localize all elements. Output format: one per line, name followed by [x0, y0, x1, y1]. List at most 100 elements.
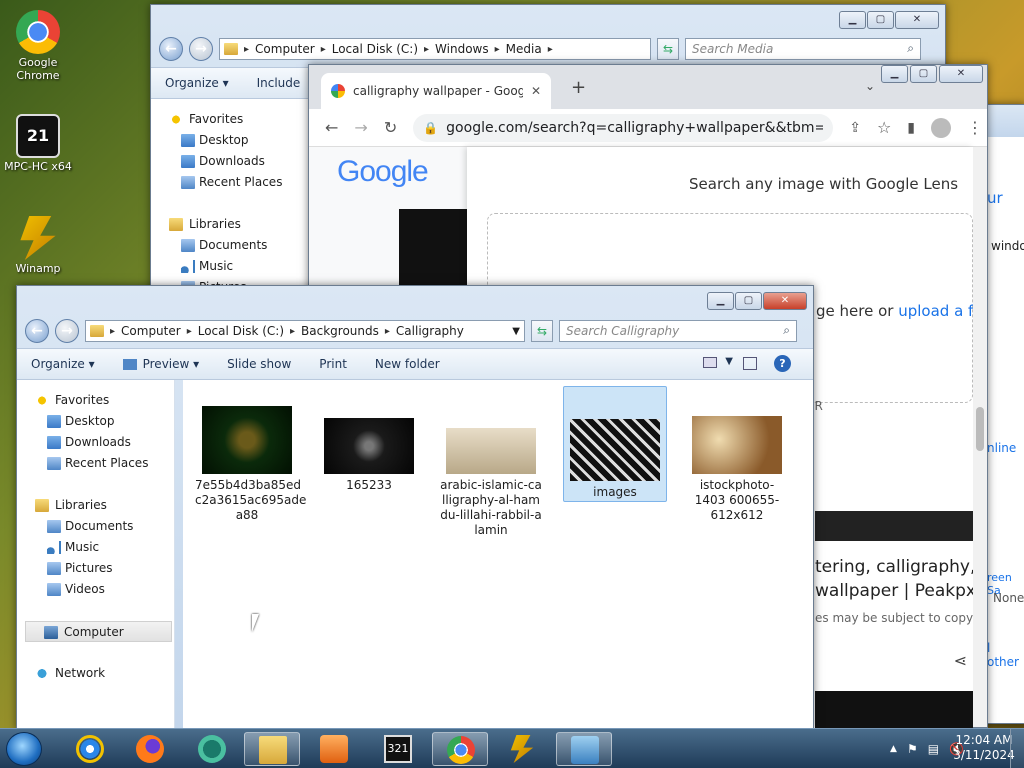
- help-icon[interactable]: ?: [774, 355, 791, 372]
- back-arrow-icon[interactable]: ←: [325, 118, 338, 137]
- taskbar-explorer[interactable]: [244, 732, 300, 766]
- nav-desktop[interactable]: Desktop: [151, 130, 308, 151]
- desktop-icon-mpc[interactable]: 21 MPC-HC x64: [4, 114, 72, 173]
- nav-downloads[interactable]: Downloads: [151, 151, 308, 172]
- taskbar-control-panel[interactable]: [556, 732, 612, 766]
- reload-icon[interactable]: ↻: [384, 118, 397, 137]
- bookmark-star-icon[interactable]: ☆: [877, 118, 891, 137]
- close-button[interactable]: ✕: [763, 292, 807, 310]
- result-title[interactable]: tering, calligraphy, v wallpaper | Peakp…: [815, 555, 973, 603]
- taskbar-app[interactable]: [184, 732, 240, 766]
- print-button[interactable]: Print: [319, 357, 347, 371]
- omnibox[interactable]: 🔒 google.com/search?q=calligraphy+wallpa…: [413, 113, 834, 142]
- breadcrumb-item[interactable]: Local Disk (C:): [198, 324, 284, 338]
- address-bar[interactable]: ▸ Computer ▸ Local Disk (C:) ▸ Windows ▸ Med…: [219, 38, 651, 60]
- nav-libraries[interactable]: Libraries: [17, 495, 174, 516]
- result-image[interactable]: [815, 691, 973, 731]
- nav-recent-places[interactable]: Recent Places: [17, 453, 174, 474]
- breadcrumb-item[interactable]: Windows: [435, 42, 489, 56]
- new-tab-icon[interactable]: +: [571, 77, 586, 98]
- nav-pictures[interactable]: Pictures: [17, 558, 174, 579]
- profile-avatar-icon[interactable]: [931, 117, 952, 138]
- back-button[interactable]: ←: [159, 37, 183, 61]
- breadcrumb-item[interactable]: Local Disk (C:): [332, 42, 418, 56]
- preview-pane-icon[interactable]: [743, 357, 757, 370]
- nav-downloads[interactable]: Downloads: [17, 432, 174, 453]
- network-tray-icon[interactable]: ▤: [928, 742, 939, 756]
- forward-button[interactable]: →: [55, 319, 79, 343]
- nav-recent-places[interactable]: Recent Places: [151, 172, 308, 193]
- breadcrumb-item[interactable]: Computer: [255, 42, 315, 56]
- include-button[interactable]: Include: [257, 76, 301, 90]
- scrollbar[interactable]: [973, 147, 987, 727]
- close-button[interactable]: ✕: [895, 11, 939, 29]
- new-folder-button[interactable]: New folder: [375, 357, 440, 371]
- breadcrumb-item[interactable]: Media: [506, 42, 542, 56]
- taskbar-winamp[interactable]: [494, 732, 550, 766]
- taskbar-chrome[interactable]: [432, 732, 488, 766]
- maximize-button[interactable]: ▢: [735, 292, 762, 310]
- side-text[interactable]: nline: [987, 441, 1016, 455]
- maximize-button[interactable]: ▢: [867, 11, 894, 29]
- view-options-icon[interactable]: [703, 357, 717, 368]
- browser-tab[interactable]: calligraphy wallpaper - Google S ✕: [321, 73, 551, 109]
- action-center-flag-icon[interactable]: ⚑: [907, 742, 918, 756]
- google-logo[interactable]: Google: [337, 155, 429, 189]
- search-input[interactable]: Search Media ⌕: [685, 38, 921, 60]
- desktop-icon-winamp[interactable]: Winamp: [4, 216, 72, 275]
- result-thumbnail[interactable]: [399, 209, 467, 287]
- breadcrumb-item[interactable]: Computer: [121, 324, 181, 338]
- result-image[interactable]: [815, 511, 973, 541]
- nav-desktop[interactable]: Desktop: [17, 411, 174, 432]
- share-icon[interactable]: ⋖: [954, 651, 967, 670]
- file-item-selected[interactable]: images: [563, 386, 667, 502]
- menu-kebab-icon[interactable]: ⋮: [967, 118, 983, 137]
- taskbar-firefox[interactable]: [122, 732, 178, 766]
- minimize-button[interactable]: ▁: [707, 292, 734, 310]
- breadcrumb-item[interactable]: Calligraphy: [396, 324, 464, 338]
- forward-arrow-icon[interactable]: →: [354, 118, 367, 137]
- nav-music[interactable]: Music: [151, 256, 308, 277]
- view-dropdown-icon[interactable]: ▼: [725, 356, 733, 367]
- breadcrumb-item[interactable]: Backgrounds: [301, 324, 379, 338]
- address-dropdown-icon[interactable]: ▼: [512, 326, 520, 337]
- nav-favorites[interactable]: Favorites: [151, 109, 308, 130]
- nav-computer[interactable]: Computer: [25, 621, 172, 642]
- nav-network[interactable]: Network: [17, 663, 174, 684]
- minimize-button[interactable]: ▁: [839, 11, 866, 29]
- file-item[interactable]: 165233: [317, 418, 421, 493]
- file-item[interactable]: istockphoto-1403 600655-612x612: [685, 416, 789, 523]
- back-button[interactable]: ←: [25, 319, 49, 343]
- tab-close-icon[interactable]: ✕: [531, 84, 541, 98]
- upload-link[interactable]: upload a fi: [898, 302, 977, 320]
- taskbar-media-player[interactable]: [306, 732, 362, 766]
- scrollbar-thumb[interactable]: [976, 407, 984, 451]
- nav-libraries[interactable]: Libraries: [151, 214, 308, 235]
- close-button[interactable]: ✕: [939, 65, 983, 83]
- maximize-button[interactable]: ▢: [910, 65, 937, 83]
- file-item[interactable]: arabic-islamic-ca lligraphy-al-ham du-li…: [439, 428, 543, 538]
- nav-favorites[interactable]: Favorites: [17, 390, 174, 411]
- minimize-button[interactable]: ▁: [881, 65, 908, 83]
- desktop-icon-chrome[interactable]: Google Chrome: [4, 10, 72, 82]
- nav-videos[interactable]: Videos: [17, 579, 174, 600]
- preview-button[interactable]: Preview ▾: [143, 357, 200, 371]
- share-icon[interactable]: ⇪: [849, 120, 861, 136]
- tab-search-icon[interactable]: ⌄: [865, 79, 875, 93]
- nav-documents[interactable]: Documents: [151, 235, 308, 256]
- side-text[interactable]: l other: [987, 641, 1024, 669]
- refresh-button[interactable]: ⇆: [657, 38, 679, 60]
- forward-button[interactable]: →: [189, 37, 213, 61]
- start-button[interactable]: [6, 732, 42, 766]
- slideshow-button[interactable]: Slide show: [227, 357, 291, 371]
- tray-expand-icon[interactable]: ▲: [890, 744, 897, 754]
- organize-button[interactable]: Organize ▾: [31, 357, 95, 371]
- show-desktop-button[interactable]: [1010, 729, 1024, 768]
- search-input[interactable]: Search Calligraphy ⌕: [559, 320, 797, 342]
- side-panel-icon[interactable]: ▮: [907, 120, 915, 136]
- organize-button[interactable]: Organize ▾: [165, 76, 229, 90]
- refresh-button[interactable]: ⇆: [531, 320, 553, 342]
- taskbar-mpc[interactable]: 321: [370, 732, 426, 766]
- nav-music[interactable]: Music: [17, 537, 174, 558]
- address-bar[interactable]: ▸ Computer ▸ Local Disk (C:) ▸ Backgrounds …: [85, 320, 525, 342]
